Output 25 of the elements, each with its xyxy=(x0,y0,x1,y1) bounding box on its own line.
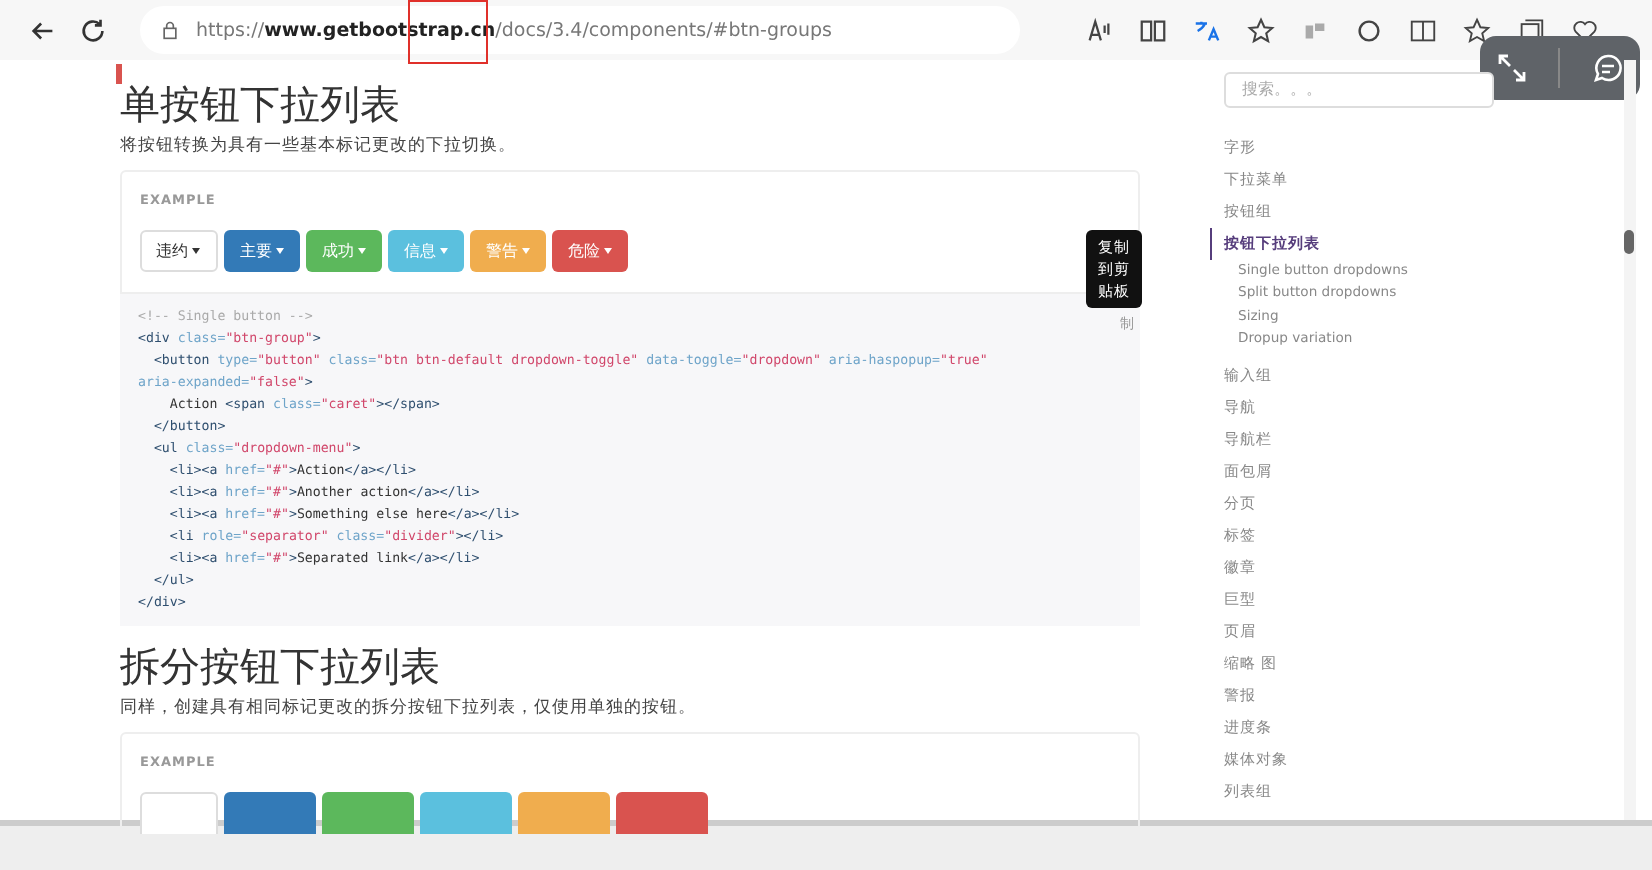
lock-icon xyxy=(160,20,180,40)
section-description: 将按钮转换为具有一些基本标记更改的下拉切换。 xyxy=(120,134,518,158)
circle-icon[interactable] xyxy=(1354,15,1384,45)
section-marker xyxy=(116,64,122,84)
split-screen-icon[interactable] xyxy=(1408,15,1438,45)
expand-icon[interactable] xyxy=(1495,52,1528,84)
dropdown-button[interactable]: 主要 xyxy=(224,230,300,272)
collections-icon[interactable] xyxy=(1516,16,1546,36)
star-icon[interactable] xyxy=(1246,15,1276,45)
read-aloud-icon[interactable] xyxy=(1084,15,1114,45)
dropdown-button[interactable]: 成功 xyxy=(306,230,382,272)
section-description: 同样，创建具有相同标记更改的拆分按钮下拉列表，仅使用单独的按钮。 xyxy=(120,696,698,720)
favorites-icon[interactable] xyxy=(1462,15,1492,45)
chat-icon[interactable] xyxy=(1592,52,1625,84)
section-title: 单按钮下拉列表 xyxy=(120,80,402,128)
section-title: 拆分按钮下拉列表 xyxy=(120,642,442,690)
dropdown-button[interactable]: 危险 xyxy=(552,230,628,272)
heart-icon[interactable] xyxy=(1570,16,1600,36)
book-icon[interactable] xyxy=(1138,15,1168,45)
scrollbar-thumb[interactable] xyxy=(1624,230,1634,254)
search-field[interactable]: 搜索。。。 xyxy=(1224,71,1494,107)
dropdown-button[interactable]: 信息 xyxy=(388,230,464,272)
dropdown-button[interactable]: 违约 xyxy=(140,230,218,272)
reload-icon[interactable] xyxy=(78,15,108,45)
dropdown-button[interactable]: 警告 xyxy=(470,230,546,272)
